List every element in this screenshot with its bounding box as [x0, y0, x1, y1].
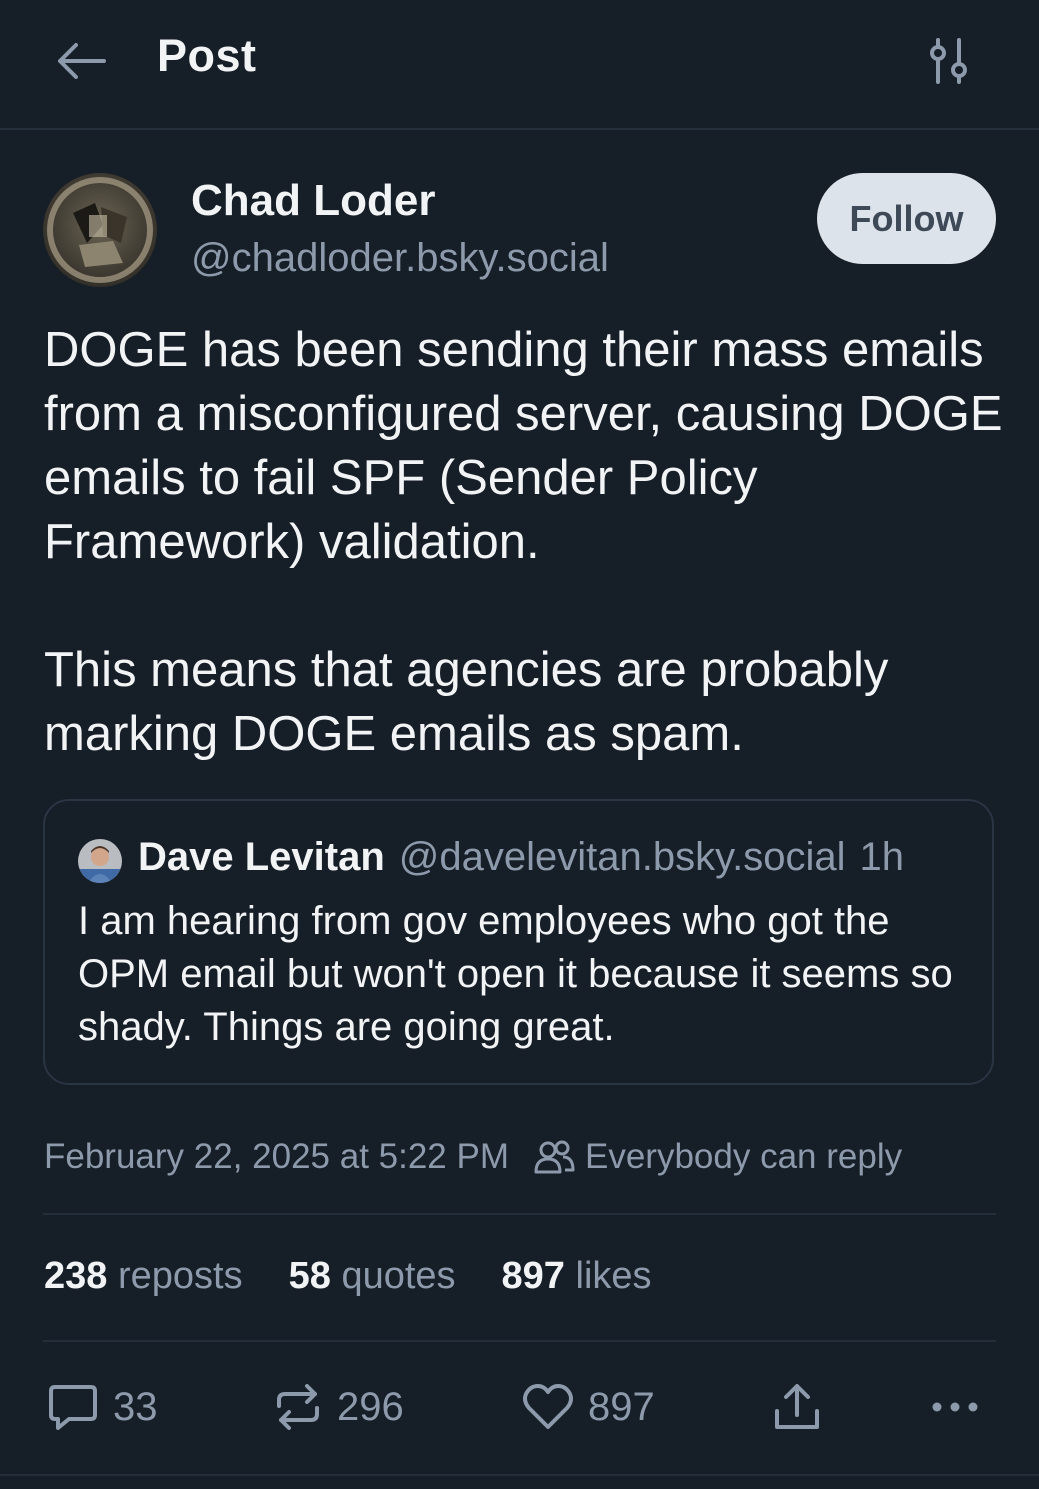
divider — [0, 1474, 1039, 1476]
people-icon — [533, 1139, 575, 1175]
reply-icon — [49, 1385, 97, 1430]
post-paragraph: DOGE has been sending their mass emails … — [44, 323, 1003, 569]
repost-button[interactable]: 296 — [273, 1375, 404, 1439]
reposts-label: reposts — [117, 1255, 243, 1297]
quotes-count: 58 — [288, 1255, 331, 1297]
post-paragraph: This means that agencies are probably ma… — [44, 643, 889, 761]
post-text: DOGE has been sending their mass emails … — [44, 318, 1004, 766]
share-icon — [775, 1384, 819, 1429]
quotes-label: quotes — [341, 1255, 456, 1297]
thread-settings-button[interactable] — [924, 36, 974, 86]
quoted-author-name: Dave Levitan — [138, 835, 385, 879]
top-bar: Post — [0, 0, 1039, 130]
divider — [43, 1213, 996, 1215]
like-count: 897 — [588, 1384, 655, 1429]
share-button[interactable] — [772, 1375, 822, 1439]
author-handle[interactable]: @chadloder.bsky.social — [191, 236, 609, 281]
repost-count: 296 — [337, 1384, 404, 1429]
quotes-stat[interactable]: 58 quotes — [289, 1255, 456, 1305]
reply-count: 33 — [113, 1384, 158, 1429]
likes-count: 897 — [501, 1255, 565, 1297]
sliders-icon — [930, 38, 967, 84]
follow-button[interactable]: Follow — [817, 173, 996, 264]
post-actions: 33 296 897 — [0, 1375, 1039, 1439]
reposts-count: 238 — [44, 1255, 108, 1297]
post-timestamp: February 22, 2025 at 5:22 PM — [44, 1137, 509, 1176]
quoted-post-time: 1h — [859, 835, 905, 879]
more-options-button[interactable] — [930, 1375, 980, 1439]
page-title: Post — [157, 30, 257, 81]
quoted-post-card[interactable]: Dave Levitan @davelevitan.bsky.social 1h… — [43, 799, 994, 1085]
likes-label: likes — [575, 1255, 652, 1297]
post-meta: February 22, 2025 at 5:22 PM Everybody c… — [44, 1133, 1004, 1181]
reposts-stat[interactable]: 238 reposts — [44, 1255, 243, 1305]
quoted-post-text: I am hearing from gov employees who got … — [78, 899, 953, 1049]
more-horizontal-icon — [932, 1402, 978, 1412]
engagement-stats: 238 reposts 58 quotes 897 likes — [44, 1255, 652, 1305]
likes-stat[interactable]: 897 likes — [502, 1255, 652, 1305]
author-avatar[interactable] — [43, 173, 157, 287]
heart-icon — [523, 1384, 573, 1429]
back-button[interactable] — [52, 38, 110, 84]
reply-button[interactable]: 33 — [47, 1375, 158, 1439]
reply-setting[interactable]: Everybody can reply — [585, 1137, 902, 1177]
author-name[interactable]: Chad Loder — [191, 176, 435, 226]
quoted-post-header: Dave Levitan @davelevitan.bsky.social 1h — [138, 835, 904, 880]
divider — [43, 1340, 996, 1342]
quoted-author-handle: @davelevitan.bsky.social — [398, 835, 846, 879]
arrow-left-icon — [58, 43, 106, 79]
repost-icon — [277, 1384, 319, 1430]
quoted-author-avatar — [78, 839, 122, 883]
author-avatar-image — [43, 173, 157, 287]
like-button[interactable]: 897 — [522, 1375, 655, 1439]
